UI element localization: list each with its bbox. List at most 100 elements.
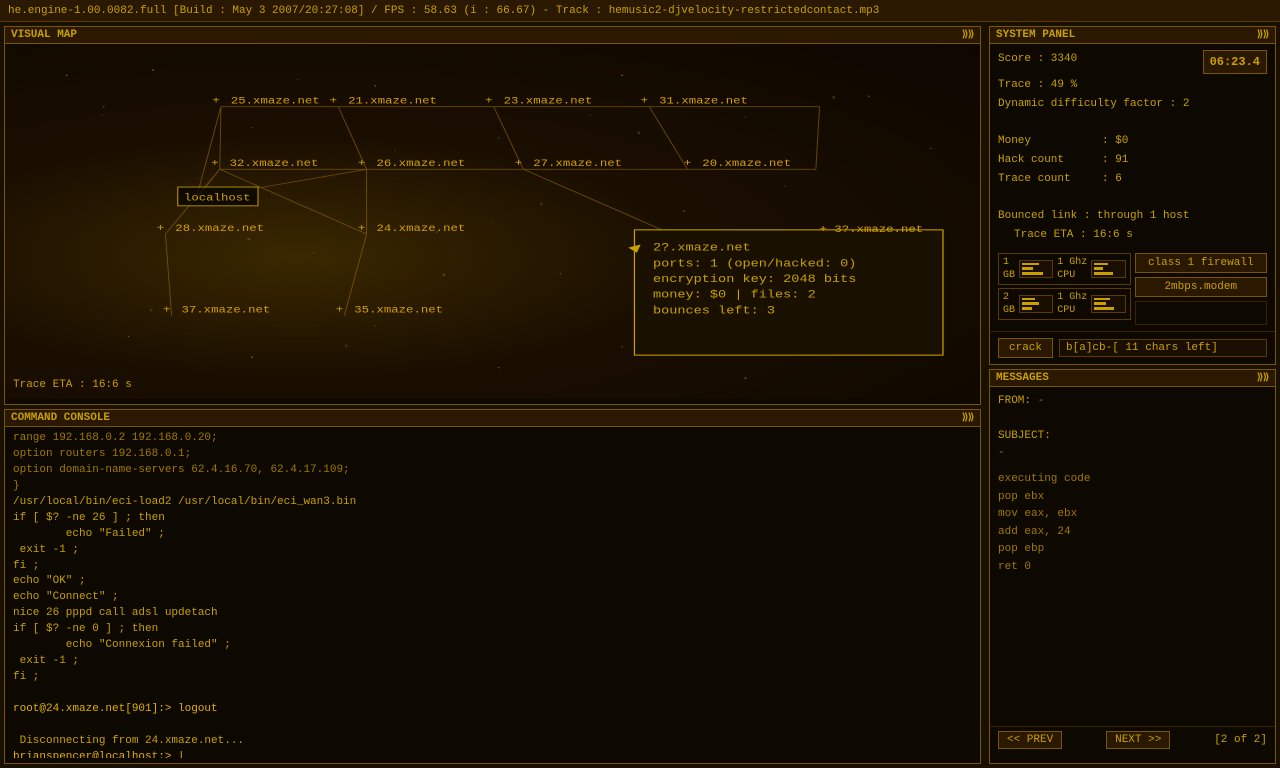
trace-count-row: Trace count : 6 [998, 170, 1267, 189]
svg-text:21.xmaze.net: 21.xmaze.net [348, 95, 437, 107]
cpu2-label: 1 GhzCPU [1057, 291, 1087, 317]
svg-text:+: + [211, 158, 219, 170]
svg-text:localhost: localhost [184, 192, 251, 204]
ram1-bars [1019, 260, 1053, 278]
titlebar: he.engine-1.00.0082.full [Build : May 3 … [0, 0, 1280, 22]
prev-button[interactable]: << PREV [998, 731, 1062, 749]
system-panel-icon: ⟫⟫ [1257, 29, 1269, 41]
hw-right: class 1 firewall 2mbps.modem [1135, 253, 1268, 325]
code-line: mov eax, ebx [998, 506, 1267, 524]
console-line: /usr/local/bin/eci-load2 /usr/local/bin/… [13, 495, 972, 511]
console-line: echo "Failed" ; [13, 527, 972, 543]
crack-button[interactable]: crack [998, 338, 1053, 358]
crack-input[interactable] [1059, 339, 1267, 357]
console-line: echo "Connexion failed" ; [13, 638, 972, 654]
messages-panel: MESSAGES ⟫⟫ FROM: - SUBJECT: - executing… [989, 369, 1276, 764]
trace-count-value: : 6 [1102, 170, 1122, 189]
firewall-button[interactable]: class 1 firewall [1135, 253, 1268, 273]
subject-row: SUBJECT: [998, 428, 1267, 446]
code-line: add eax, 24 [998, 524, 1267, 542]
code-line: pop ebx [998, 489, 1267, 507]
console-blank [13, 686, 972, 702]
bounced-link-label: Bounced link : through 1 host [998, 207, 1267, 226]
messages-header: MESSAGES ⟫⟫ [990, 370, 1275, 387]
console-blank [13, 718, 972, 734]
console-line: if [ $? -ne 0 ] ; then [13, 622, 972, 638]
subject-value: - [998, 445, 1267, 463]
crack-section: crack [990, 331, 1275, 364]
console-line: fi ; [13, 670, 972, 686]
console-title: COMMAND CONSOLE [11, 412, 110, 424]
ram1-unit: 1GB 1 GhzCPU [998, 253, 1131, 285]
hack-count-row: Hack count : 91 [998, 151, 1267, 170]
ram2-bars [1019, 295, 1053, 313]
console-line: option domain-name-servers 62.4.16.70, 6… [13, 463, 972, 479]
ram2-label: 2GB [1003, 291, 1015, 317]
timer-display: 06:23.4 [1203, 50, 1267, 74]
console-line: echo "OK" ; [13, 574, 972, 590]
code-line: executing code [998, 471, 1267, 489]
console-line: exit -1 ; [13, 543, 972, 559]
titlebar-text: he.engine-1.00.0082.full [Build : May 3 … [8, 5, 879, 17]
cpu2-bars [1091, 295, 1125, 313]
svg-text:+: + [163, 304, 171, 316]
difficulty-label: Dynamic difficulty factor : 2 [998, 95, 1267, 114]
money-row: Money : $0 [998, 132, 1267, 151]
from-value: - [1038, 395, 1045, 407]
visual-map-title: VISUAL MAP [11, 29, 77, 41]
command-console-panel: COMMAND CONSOLE ⟫⟫ range 192.168.0.2 192… [4, 409, 981, 764]
svg-text:+: + [684, 158, 692, 170]
svg-text:35.xmaze.net: 35.xmaze.net [354, 304, 443, 316]
svg-text:+: + [515, 158, 523, 170]
svg-text:+: + [485, 95, 493, 107]
modem-button[interactable]: 2mbps.modem [1135, 277, 1268, 297]
cpu1-bars [1091, 260, 1125, 278]
score-row: Score : 3340 06:23.4 [998, 50, 1267, 74]
system-panel-title: SYSTEM PANEL [996, 29, 1075, 41]
console-line: nice 26 pppd call adsl updetach [13, 606, 972, 622]
hack-count-value: : 91 [1102, 151, 1128, 170]
svg-text:23.xmaze.net: 23.xmaze.net [504, 95, 593, 107]
svg-text:37.xmaze.net: 37.xmaze.net [181, 304, 270, 316]
console-line: fi ; [13, 559, 972, 575]
visual-map-panel: VISUAL MAP ⟫⟫ [4, 26, 981, 405]
cpu1-label: 1 GhzCPU [1057, 256, 1087, 282]
svg-text:+: + [358, 223, 366, 235]
svg-text:32.xmaze.net: 32.xmaze.net [230, 158, 319, 170]
spacer [998, 410, 1267, 428]
hw-black-box [1135, 301, 1268, 325]
money-label: Money [998, 132, 1098, 151]
trace-eta-map: Trace ETA : 16:6 s [13, 379, 132, 391]
console-content[interactable]: range 192.168.0.2 192.168.0.20; option r… [5, 427, 980, 758]
messages-content: FROM: - SUBJECT: - executing code pop eb… [990, 387, 1275, 726]
map-content[interactable]: + 25.xmaze.net + 21.xmaze.net + 23.xmaze… [5, 44, 980, 399]
svg-text:25.xmaze.net: 25.xmaze.net [231, 95, 320, 107]
svg-text:money: $0 | files: 2: money: $0 | files: 2 [653, 289, 816, 302]
svg-text:24.xmaze.net: 24.xmaze.net [376, 223, 465, 235]
svg-text:+: + [336, 304, 344, 316]
svg-text:28.xmaze.net: 28.xmaze.net [175, 223, 264, 235]
console-line: Disconnecting from 24.xmaze.net... [13, 734, 972, 750]
messages-icon: ⟫⟫ [1257, 372, 1269, 384]
svg-text:+: + [212, 95, 220, 107]
spacer [998, 114, 1267, 133]
ram1-label: 1GB [1003, 256, 1015, 282]
from-row: FROM: - [998, 393, 1267, 411]
console-line: if [ $? -ne 26 ] ; then [13, 511, 972, 527]
next-button[interactable]: NEXT >> [1106, 731, 1170, 749]
page-indicator: [2 of 2] [1214, 734, 1267, 746]
svg-text:2?.xmaze.net: 2?.xmaze.net [653, 242, 751, 255]
svg-text:27.xmaze.net: 27.xmaze.net [533, 158, 622, 170]
console-line: brianspencer@localhost:> | [13, 750, 972, 758]
trace-count-label: Trace count [998, 170, 1098, 189]
svg-text:31.xmaze.net: 31.xmaze.net [659, 95, 748, 107]
messages-footer: << PREV NEXT >> [2 of 2] [990, 726, 1275, 753]
system-panel-header: SYSTEM PANEL ⟫⟫ [990, 27, 1275, 44]
console-header: COMMAND CONSOLE ⟫⟫ [5, 410, 980, 427]
map-svg: + 25.xmaze.net + 21.xmaze.net + 23.xmaze… [5, 44, 980, 399]
code-block: executing code pop ebx mov eax, ebx add … [998, 471, 1267, 577]
messages-title: MESSAGES [996, 372, 1049, 384]
svg-text:+: + [641, 95, 649, 107]
trace-eta-label: Trace ETA : 16:6 s [998, 226, 1267, 245]
svg-text:+: + [358, 158, 366, 170]
